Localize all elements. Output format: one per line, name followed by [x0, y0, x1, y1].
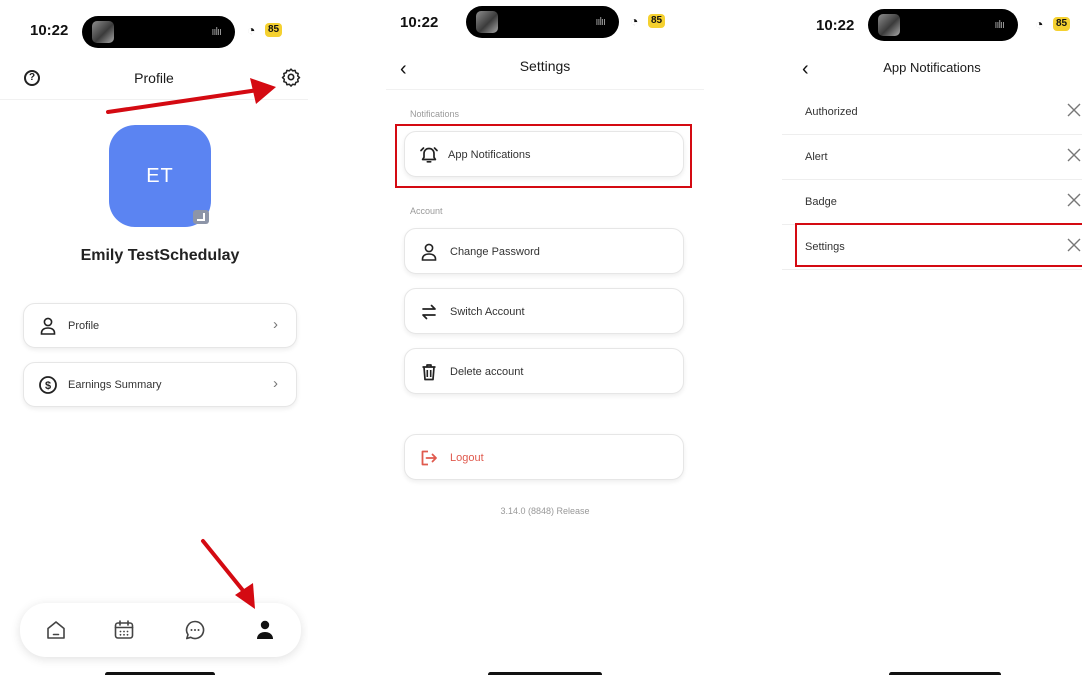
waveform-icon: ıılıı — [994, 19, 1005, 31]
battery-level: 85 — [648, 14, 666, 28]
chevron-right-icon: › — [273, 375, 278, 392]
status-bar: 10:22 ıılıı ◔ 85 — [386, 0, 704, 56]
app-notifications-header: ‹ App Notifications — [782, 50, 1082, 90]
logout-button[interactable]: Logout — [404, 434, 684, 480]
waveform-icon: ıılıı — [595, 16, 606, 28]
logout-icon — [421, 450, 437, 466]
change-password-item[interactable]: Change Password — [404, 228, 684, 274]
permission-label: Alert — [805, 151, 828, 163]
close-icon — [1067, 103, 1081, 117]
media-thumbnail — [476, 11, 498, 33]
person-icon[interactable] — [253, 618, 277, 642]
status-bar: 10:22 ıılıı ◔ 85 — [0, 0, 308, 56]
close-icon — [1067, 193, 1081, 207]
permission-label: Authorized — [805, 106, 858, 118]
annotation-highlight-settings-row — [795, 223, 1082, 267]
bottom-tab-bar — [20, 603, 301, 657]
page-title: Profile — [134, 70, 174, 86]
section-label-notifications: Notifications — [410, 109, 460, 119]
dollar-icon: $ — [39, 376, 57, 394]
status-time: 10:22 — [30, 22, 69, 39]
battery-level: 85 — [265, 23, 283, 37]
chevron-right-icon: › — [273, 316, 278, 333]
dynamic-island: ıılıı — [466, 6, 619, 38]
status-bar: 10:22 ıılıı ◔ 85 — [782, 0, 1082, 56]
battery-level: 85 — [1053, 17, 1071, 31]
permission-row-alert: Alert — [782, 135, 1082, 180]
permission-row-badge: Badge — [782, 180, 1082, 225]
status-time: 10:22 — [400, 14, 439, 31]
trash-icon — [422, 364, 436, 381]
settings-screen: 10:22 ıılıı ◔ 85 ‹ Settings Notification… — [386, 0, 704, 675]
profile-header: ? Profile — [0, 60, 308, 100]
menu-item-label: Profile — [68, 320, 100, 332]
app-version: 3.14.0 (8848) Release — [500, 506, 590, 516]
permission-label: Badge — [805, 196, 837, 208]
profile-screen: 10:22 ıılıı ◔ 85 ? Profile ET Emily Test… — [0, 0, 308, 675]
chat-icon[interactable] — [183, 618, 207, 642]
user-name: Emily TestSchedulay — [80, 247, 240, 264]
delete-account-item[interactable]: Delete account — [404, 348, 684, 394]
settings-header: ‹ Settings — [386, 50, 704, 90]
page-title: Settings — [519, 58, 571, 74]
close-icon — [1067, 148, 1081, 162]
wifi-icon: ◔ — [247, 22, 256, 38]
annotation-highlight-app-notifications — [395, 124, 692, 188]
gear-icon[interactable] — [281, 67, 301, 87]
swap-arrows-icon — [422, 304, 436, 320]
page-title: App Notifications — [883, 60, 981, 75]
menu-item-label: Change Password — [450, 246, 540, 258]
media-thumbnail — [878, 14, 900, 36]
menu-item-label: Earnings Summary — [68, 379, 162, 391]
user-icon — [421, 243, 437, 261]
home-icon[interactable] — [44, 618, 68, 642]
menu-item-label: Switch Account — [450, 306, 525, 318]
svg-text:$: $ — [45, 380, 51, 392]
section-label-account: Account — [410, 206, 443, 216]
wifi-icon: ◔ — [1035, 16, 1044, 32]
permission-row-authorized: Authorized — [782, 90, 1082, 135]
menu-item-label: Delete account — [450, 366, 524, 378]
logout-label: Logout — [450, 452, 484, 464]
app-notifications-screen: 10:22 ıılıı ◔ 85 ‹ App Notifications Aut… — [782, 0, 1082, 675]
profile-menu-item[interactable]: Profile › — [23, 303, 297, 348]
edit-avatar-icon[interactable] — [193, 210, 209, 224]
dynamic-island: ıılıı — [868, 9, 1018, 41]
media-thumbnail — [92, 21, 114, 43]
switch-account-item[interactable]: Switch Account — [404, 288, 684, 334]
earnings-summary-menu-item[interactable]: $ Earnings Summary › — [23, 362, 297, 407]
waveform-icon: ıılıı — [211, 26, 222, 38]
status-time: 10:22 — [816, 17, 855, 34]
wifi-icon: ◔ — [630, 13, 639, 29]
dynamic-island: ıılıı — [82, 16, 235, 48]
user-icon — [40, 317, 56, 335]
calendar-icon[interactable] — [112, 618, 136, 642]
